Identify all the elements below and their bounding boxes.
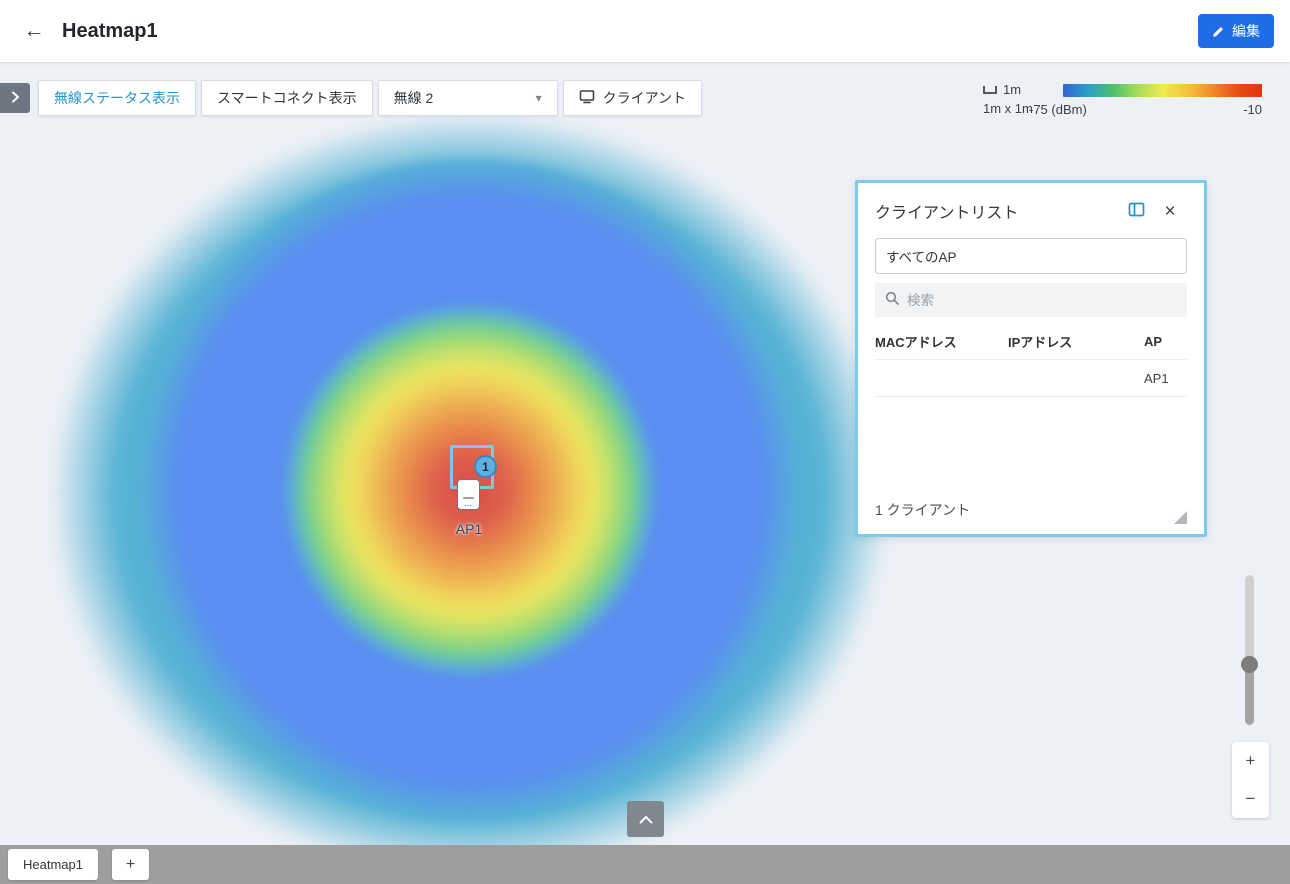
edit-button-label: 編集: [1232, 21, 1260, 41]
chevron-down-icon: ▾: [536, 91, 542, 105]
collapse-tabbar-button[interactable]: [627, 801, 664, 837]
client-search-box: [875, 283, 1187, 317]
ap-label: AP1: [434, 521, 504, 537]
back-button[interactable]: ←: [16, 13, 52, 49]
close-icon: ×: [1164, 202, 1175, 221]
client-table: MACアドレス IPアドレス AP AP1: [875, 323, 1187, 397]
client-button-label: クライアント: [603, 88, 686, 108]
smart-connect-label: スマートコネクト表示: [217, 88, 357, 108]
column-mac: MACアドレス: [875, 332, 1008, 351]
client-list-panel: クライアントリスト × すべてのAP: [855, 180, 1207, 537]
scale-bracket-icon: [983, 86, 997, 94]
zoom-out-button[interactable]: −: [1232, 780, 1269, 818]
legend-min-label: -75 (dBm): [1029, 102, 1087, 117]
client-ap-value: AP1: [1144, 371, 1187, 386]
floor-tabbar: Heatmap1 +: [0, 845, 1290, 884]
search-icon: [885, 291, 899, 310]
client-list-toggle-button[interactable]: クライアント: [563, 80, 702, 116]
column-ip: IPアドレス: [1008, 332, 1144, 351]
client-search-input[interactable]: [907, 293, 1177, 308]
dock-panel-icon: [1128, 202, 1145, 220]
zoom-in-button[interactable]: +: [1232, 742, 1269, 780]
zoom-slider-track[interactable]: [1245, 575, 1254, 725]
header: ← Heatmap1 編集: [0, 0, 1290, 62]
heatmap-canvas[interactable]: 無線ステータス表示 スマートコネクト表示 無線 2 ▾ クライアント 1m: [0, 62, 1290, 845]
ap-client-count-badge[interactable]: 1: [474, 455, 497, 478]
zoom-slider-thumb[interactable]: [1241, 656, 1258, 673]
back-arrow-icon: ←: [24, 19, 45, 42]
scale-indicator: 1m: [983, 82, 1021, 97]
ap-filter-value: すべてのAP: [886, 246, 957, 266]
client-panel-header: クライアントリスト ×: [875, 197, 1187, 225]
client-count-label: 1 クライアント: [875, 500, 970, 524]
wireless-status-label: 無線ステータス表示: [54, 88, 180, 108]
tab-heatmap1[interactable]: Heatmap1: [8, 849, 98, 880]
pencil-icon: [1212, 25, 1225, 38]
close-panel-button[interactable]: ×: [1153, 197, 1187, 225]
client-panel-footer: 1 クライアント: [875, 500, 1187, 524]
scale-value: 1m: [1003, 82, 1021, 97]
ap-filter-dropdown[interactable]: すべてのAP: [875, 238, 1187, 274]
smart-connect-toggle-button[interactable]: スマートコネクト表示: [201, 80, 373, 116]
legend-gradient-bar: [1063, 84, 1262, 97]
legend-range-labels: -75 (dBm) -10: [1029, 102, 1262, 117]
column-ap: AP: [1144, 334, 1187, 349]
dock-panel-button[interactable]: [1119, 197, 1153, 225]
zoom-controls: + −: [1232, 742, 1269, 818]
edit-button[interactable]: 編集: [1198, 14, 1274, 48]
monitor-icon: [579, 89, 595, 107]
sidebar-expand-button[interactable]: [0, 83, 30, 113]
chevron-right-icon: [10, 91, 20, 106]
band-select-value: 無線 2: [394, 88, 434, 108]
grid-size-label: 1m x 1m: [983, 101, 1033, 116]
client-table-row[interactable]: AP1: [875, 360, 1187, 397]
legend-max-label: -10: [1243, 102, 1262, 117]
band-select-dropdown[interactable]: 無線 2 ▾: [378, 80, 558, 116]
app-root: ← Heatmap1 編集 無線ステータス表示 スマートコネクト表示: [0, 0, 1290, 884]
client-table-header-row: MACアドレス IPアドレス AP: [875, 323, 1187, 360]
add-floorplan-button[interactable]: +: [112, 849, 149, 880]
ap-icon-detail-dots: …: [464, 501, 474, 506]
wireless-status-toggle-button[interactable]: 無線ステータス表示: [38, 80, 196, 116]
chevron-up-icon: [639, 812, 653, 827]
page-title: Heatmap1: [62, 20, 158, 43]
resize-handle[interactable]: [1174, 511, 1187, 524]
client-panel-title: クライアントリスト: [875, 199, 1119, 223]
ap-device-icon[interactable]: …: [457, 479, 480, 510]
map-toolbar: 無線ステータス表示 スマートコネクト表示 無線 2 ▾ クライアント: [38, 80, 702, 116]
